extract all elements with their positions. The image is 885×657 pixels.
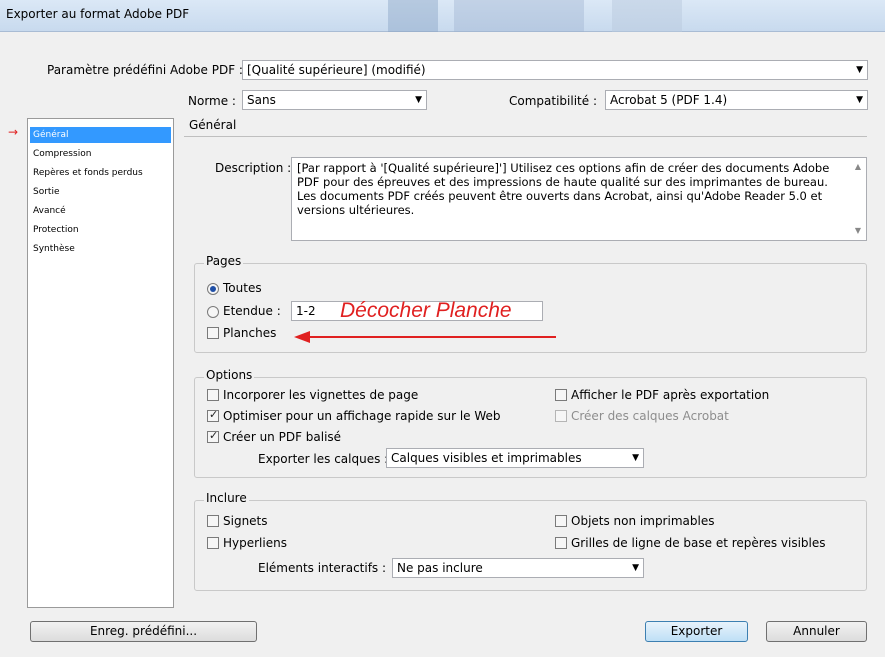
annotation-text: Décocher Planche [340,299,512,322]
title-background-deco [454,0,584,32]
checkbox-grilles[interactable] [555,537,567,549]
title-bar[interactable]: Exporter au format Adobe PDF [0,0,885,32]
sidebar-item-avance[interactable]: Avancé [30,203,171,219]
category-sidebar: Général Compression Repères et fonds per… [27,118,174,608]
compat-value: Acrobat 5 (PDF 1.4) [610,93,728,107]
chevron-down-icon: ▼ [632,453,639,463]
exporter-button[interactable]: Exporter [645,621,748,642]
scroll-down-icon: ▼ [854,226,862,235]
checkbox-optimiser[interactable] [207,408,219,422]
hyperliens-label: Hyperliens [223,536,287,550]
checkbox-hyperliens[interactable] [207,537,219,549]
compat-select[interactable]: Acrobat 5 (PDF 1.4) ▼ [605,90,868,110]
exporter-calques-label: Exporter les calques : [258,452,389,466]
norme-select[interactable]: Sans ▼ [242,90,427,110]
annotation-arrow-icon [294,331,556,343]
radio-toutes[interactable] [207,283,219,295]
chevron-down-icon: ▼ [415,95,422,105]
preset-select[interactable]: [Qualité supérieure] (modifié) ▼ [242,60,868,80]
sidebar-item-general[interactable]: Général [30,127,171,143]
grilles-label: Grilles de ligne de base et repères visi… [571,536,826,550]
radio-etendue[interactable] [207,306,219,318]
scroll-up-icon: ▲ [854,162,862,171]
checkbox-vignettes[interactable] [207,389,219,401]
compat-label: Compatibilité : [509,94,597,108]
optimiser-label: Optimiser pour un affichage rapide sur l… [223,409,501,423]
export-pdf-dialog: Exporter au format Adobe PDF Paramètre p… [0,0,885,657]
preset-label: Paramètre prédéfini Adobe PDF : [47,63,243,77]
signets-label: Signets [223,514,268,528]
objets-label: Objets non imprimables [571,514,715,528]
checkbox-afficher[interactable] [555,389,567,401]
enreg-predefini-button[interactable]: Enreg. prédéfini... [30,621,257,642]
calques-acrobat-label: Créer des calques Acrobat [571,409,729,423]
etendue-label: Etendue : [223,304,281,318]
exporter-calques-value: Calques visibles et imprimables [391,451,582,465]
exporter-calques-select[interactable]: Calques visibles et imprimables ▼ [386,448,644,468]
interactifs-value: Ne pas inclure [397,561,483,575]
norme-value: Sans [247,93,276,107]
toutes-label: Toutes [223,281,262,295]
planches-label: Planches [223,326,277,340]
arrow-marker-icon: → [8,125,19,139]
scrollbar[interactable]: ▲ ▼ [852,160,864,238]
section-divider [184,136,867,137]
etendue-value: 1-2 [296,304,316,318]
vignettes-label: Incorporer les vignettes de page [223,388,419,402]
chevron-down-icon: ▼ [632,563,639,573]
checkbox-signets[interactable] [207,515,219,527]
checkbox-objets[interactable] [555,515,567,527]
checkbox-balise[interactable] [207,429,219,443]
description-text: [Par rapport à '[Qualité supérieure]'] U… [297,161,830,217]
chevron-down-icon: ▼ [856,95,863,105]
norme-label: Norme : [188,94,236,108]
interactifs-select[interactable]: Ne pas inclure ▼ [392,558,644,578]
sidebar-item-compression[interactable]: Compression [30,146,171,162]
description-label: Description : [215,161,292,175]
window-title: Exporter au format Adobe PDF [6,7,190,21]
title-background-deco [388,0,438,32]
chevron-down-icon: ▼ [856,65,863,75]
sidebar-item-protection[interactable]: Protection [30,222,171,238]
annuler-button[interactable]: Annuler [766,621,867,642]
pages-group-title: Pages [204,254,244,268]
preset-value: [Qualité supérieure] (modifié) [247,63,426,77]
interactifs-label: Eléments interactifs : [258,561,387,575]
section-title: Général [189,118,237,132]
balise-label: Créer un PDF balisé [223,430,342,444]
sidebar-item-synthese[interactable]: Synthèse [30,241,171,257]
checkbox-calques-acrobat[interactable] [555,410,567,422]
sidebar-item-reperes[interactable]: Repères et fonds perdus [30,165,171,181]
checkbox-planches[interactable] [207,327,219,339]
sidebar-item-sortie[interactable]: Sortie [30,184,171,200]
options-group-title: Options [204,368,255,382]
inclure-group-title: Inclure [204,491,249,505]
title-background-deco [612,0,682,32]
description-textarea[interactable]: [Par rapport à '[Qualité supérieure]'] U… [291,157,867,241]
afficher-label: Afficher le PDF après exportation [571,388,770,402]
